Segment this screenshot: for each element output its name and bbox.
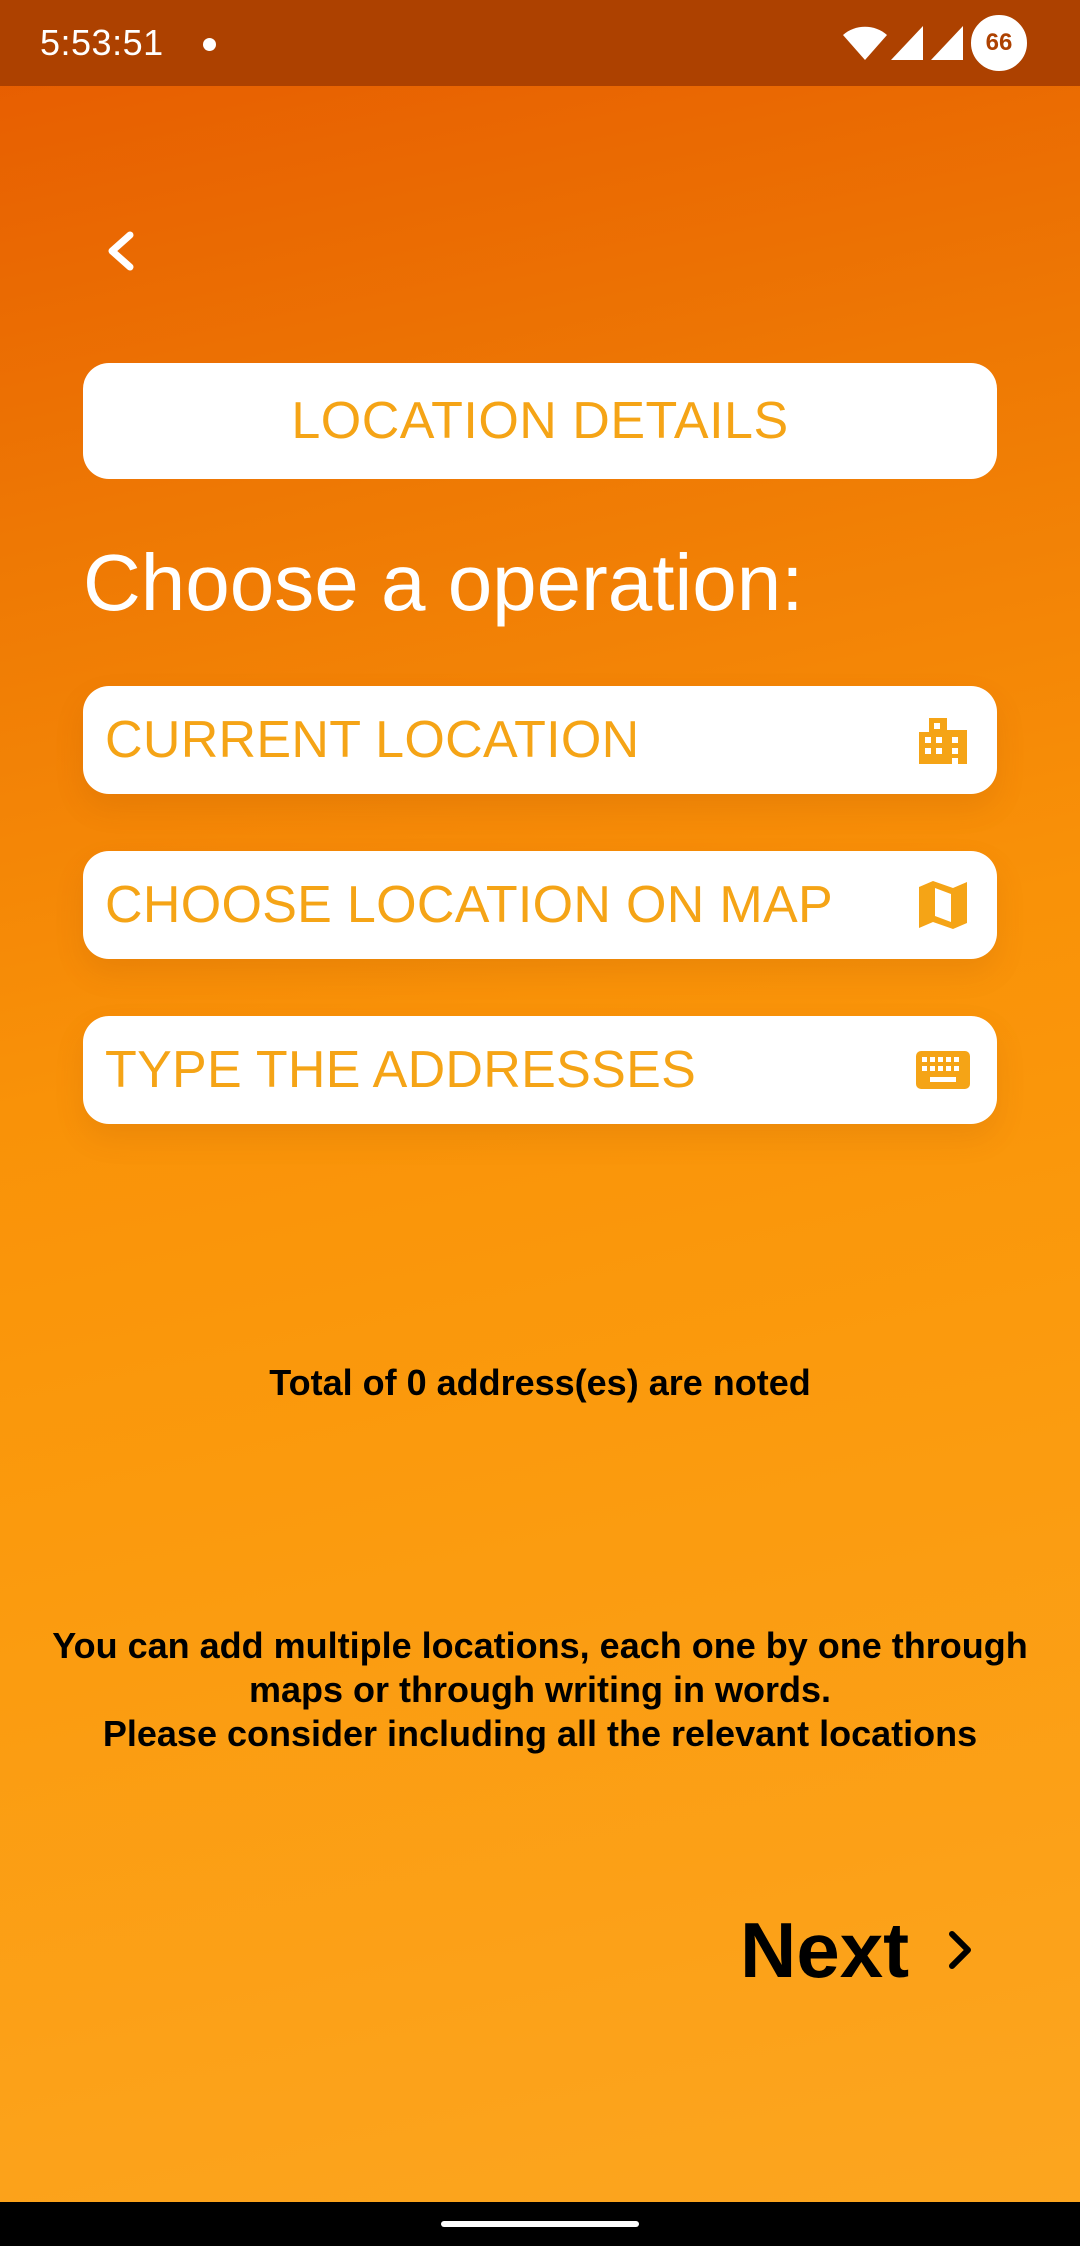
back-button[interactable] [90,215,150,285]
type-the-addresses-label: TYPE THE ADDRESSES [105,1041,697,1099]
address-count-text: Total of 0 address(es) are noted [269,1362,811,1403]
info-text-line: Please consider including all the releva… [102,1713,978,1754]
operation-heading: Choose a operation: [83,538,804,627]
building-icon [919,718,967,764]
choose-location-on-map-label: CHOOSE LOCATION ON MAP [105,876,833,934]
home-handle[interactable] [441,2221,639,2227]
info-text: You can add multiple locations, each one… [40,1624,1040,1756]
page-title: LOCATION DETAILS [83,363,997,479]
signal-icon [931,26,963,60]
status-icons: 66 [820,0,1080,86]
current-location-button[interactable]: CURRENT LOCATION [83,686,997,794]
battery-icon: 66 [971,15,1027,71]
status-bar: 5:53:51 66 [0,0,1080,86]
current-location-label: CURRENT LOCATION [105,711,640,769]
next-label: Next [740,1906,910,1994]
type-the-addresses-button[interactable]: TYPE THE ADDRESSES [83,1016,997,1124]
map-icon [919,881,967,929]
wifi-icon [843,26,887,60]
navigation-bar [0,2202,1080,2246]
info-text-line: maps or through writing in words. [249,1669,831,1710]
info-text-line: You can add multiple locations, each one… [52,1625,1028,1666]
notification-dot-icon [203,38,216,51]
chevron-left-icon [108,231,134,271]
status-time: 5:53:51 [40,22,164,63]
chevron-right-icon [949,1931,971,1969]
next-button[interactable]: Next [740,1900,990,2000]
keyboard-icon [916,1051,970,1089]
choose-location-on-map-button[interactable]: CHOOSE LOCATION ON MAP [83,851,997,959]
signal-icon [891,26,923,60]
